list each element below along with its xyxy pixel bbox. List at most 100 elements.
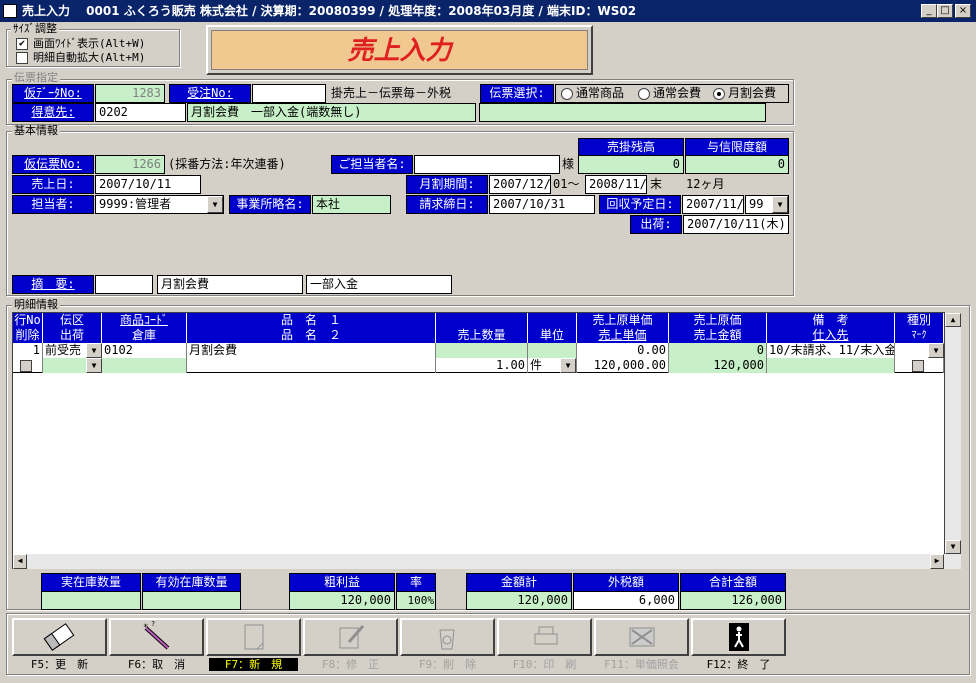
customer-extra-field — [479, 103, 766, 122]
office-field: 本社 — [312, 195, 391, 214]
provisional-voucher-no-label[interactable]: 仮伝票No: — [12, 155, 94, 174]
row-kind-value: 前受売 — [45, 343, 82, 357]
shipping-date-field[interactable]: 2007/10/11(木) — [683, 215, 789, 234]
eraser-icon — [43, 623, 75, 651]
total-amount-label: 金額計 — [466, 573, 572, 592]
period-to-field[interactable]: 2008/11/ — [585, 175, 647, 194]
wide-display-checkbox[interactable]: ✔ — [16, 38, 28, 50]
provisional-data-no-field[interactable]: 1283 — [95, 84, 165, 103]
row-category-dropdown-icon[interactable]: ▼ — [928, 343, 944, 358]
memo-field-1[interactable]: 月割会費 — [157, 275, 303, 294]
available-stock-label: 有効在庫数量 — [142, 573, 241, 592]
col-mark: ﾏｰｸ — [895, 328, 944, 343]
memo-field-2[interactable]: 一部入金 — [306, 275, 452, 294]
row-blank-1 — [436, 343, 528, 358]
horizontal-scrollbar[interactable] — [13, 554, 961, 569]
tax-amount-field[interactable]: 6,000 — [573, 591, 679, 610]
gross-profit-field: 120,000 — [289, 591, 395, 610]
stock-qty-label: 実在庫数量 — [41, 573, 141, 592]
row-kind-dropdown-icon[interactable]: ▼ — [86, 343, 102, 358]
col-amount: 売上金額 — [669, 328, 767, 343]
row-warehouse[interactable] — [102, 358, 187, 373]
f10-print-button[interactable] — [497, 618, 592, 656]
col-supplier[interactable]: 仕入先 — [767, 328, 895, 343]
col-product-code[interactable]: 商品ｺｰﾄﾞ — [102, 313, 187, 328]
maximize-button[interactable]: □ — [937, 4, 953, 18]
row-product-code[interactable]: 0102 — [102, 343, 187, 358]
col-unit-price[interactable]: 売上単価 — [577, 328, 669, 343]
f6-cancel-button[interactable]: *? — [109, 618, 204, 656]
f12-exit-button[interactable] — [691, 618, 786, 656]
minimize-button[interactable]: _ — [921, 4, 937, 18]
app-icon — [3, 4, 17, 18]
radio-normal-fee[interactable] — [638, 88, 650, 100]
staff-select[interactable]: 9999:管理者 — [95, 195, 224, 214]
magic-wand-icon: *? — [143, 620, 170, 650]
provisional-voucher-no-field[interactable]: 1266 — [95, 155, 165, 174]
radio-normal-fee-label: 通常会費 — [653, 86, 702, 100]
receivable-field: 0 — [578, 155, 684, 174]
row-supplier[interactable] — [767, 358, 895, 373]
collection-date-field[interactable]: 2007/11/ — [682, 195, 744, 214]
vertical-scrollbar[interactable] — [945, 313, 961, 554]
close-button[interactable]: × — [955, 4, 971, 18]
auto-expand-label: 明細自動拡大(Alt+M) — [33, 51, 146, 64]
row-cost-unit[interactable]: 0.00 — [577, 343, 669, 358]
col-delete: 削除 — [13, 328, 43, 343]
tax-amount-label: 外税額 — [573, 573, 679, 592]
contact-name-label: ご担当者名: — [331, 155, 413, 174]
svg-text:*: * — [143, 623, 148, 633]
f10-label: F10：印 刷 — [512, 658, 577, 671]
row-quantity[interactable]: 1.00 — [436, 358, 528, 373]
row-item-name-2[interactable] — [187, 358, 436, 373]
radio-monthly-fee[interactable] — [713, 88, 725, 100]
f9-delete-button[interactable] — [400, 618, 495, 656]
f6-label: F6：取 消 — [127, 658, 186, 671]
f5-update-button[interactable] — [12, 618, 107, 656]
f11-unit-price-button[interactable] — [594, 618, 689, 656]
row-unit-price[interactable]: 120,000.00 — [577, 358, 669, 373]
customer-code-field[interactable]: 0202 — [95, 103, 186, 122]
row-shipping-dropdown-icon[interactable]: ▼ — [86, 358, 102, 373]
scroll-right-icon[interactable]: ▶ — [930, 554, 944, 569]
contact-name-field[interactable] — [414, 155, 560, 174]
row-remarks[interactable]: 10/末請求、11/末入金 — [767, 343, 895, 358]
col-remarks: 備 考 — [767, 313, 895, 328]
unit-price-icon — [629, 627, 655, 647]
closing-date-field[interactable]: 2007/10/31 — [489, 195, 595, 214]
sales-date-field[interactable]: 2007/10/11 — [95, 175, 201, 194]
f7-new-button[interactable] — [206, 618, 301, 656]
row-unit-dropdown-icon[interactable]: ▼ — [560, 358, 576, 373]
row-delete-checkbox[interactable] — [20, 360, 32, 372]
stock-qty-field — [41, 591, 141, 610]
order-no-label[interactable]: 受注No: — [169, 84, 251, 103]
customer-label[interactable]: 得意先: — [12, 103, 94, 122]
scroll-down-icon[interactable]: ▼ — [945, 540, 961, 554]
auto-expand-checkbox[interactable] — [16, 52, 28, 64]
collection-day-dropdown-icon[interactable]: ▼ — [772, 196, 788, 213]
order-no-field[interactable] — [252, 84, 326, 103]
window-titlebar: 売上入力 0001 ふくろう販売 株式会社 / 決算期：20080399 / 処… — [0, 0, 976, 22]
banner-frame: 売上入力 — [206, 25, 593, 75]
row-mark-checkbox[interactable] — [912, 360, 924, 372]
col-item-name-2: 品 名 ２ — [187, 328, 436, 343]
memo-code-field[interactable] — [95, 275, 153, 294]
period-from-field[interactable]: 2007/12/ — [489, 175, 551, 194]
col-quantity: 売上数量 — [436, 328, 528, 343]
scroll-up-icon[interactable]: ▲ — [945, 313, 961, 327]
col-blank-1 — [436, 313, 528, 328]
shipping-label: 出荷: — [630, 215, 682, 234]
row-item-name-1[interactable]: 月割会費 — [187, 343, 436, 358]
f8-edit-button[interactable] — [303, 618, 398, 656]
radio-normal-goods[interactable] — [561, 88, 573, 100]
contact-suffix: 様 — [562, 157, 575, 171]
provisional-data-no-label[interactable]: 仮ﾃﾞｰﾀNo: — [12, 84, 94, 103]
memo-label[interactable]: 摘 要: — [12, 275, 94, 294]
period-from-day: 01～ — [553, 177, 580, 191]
credit-limit-field: 0 — [685, 155, 789, 174]
office-label: 事業所略名: — [229, 195, 311, 214]
collection-date-label: 回収予定日: — [599, 195, 681, 214]
staff-dropdown-icon[interactable]: ▼ — [207, 196, 223, 213]
rate-field: 100% — [396, 591, 436, 610]
scroll-left-icon[interactable]: ◀ — [13, 554, 27, 569]
